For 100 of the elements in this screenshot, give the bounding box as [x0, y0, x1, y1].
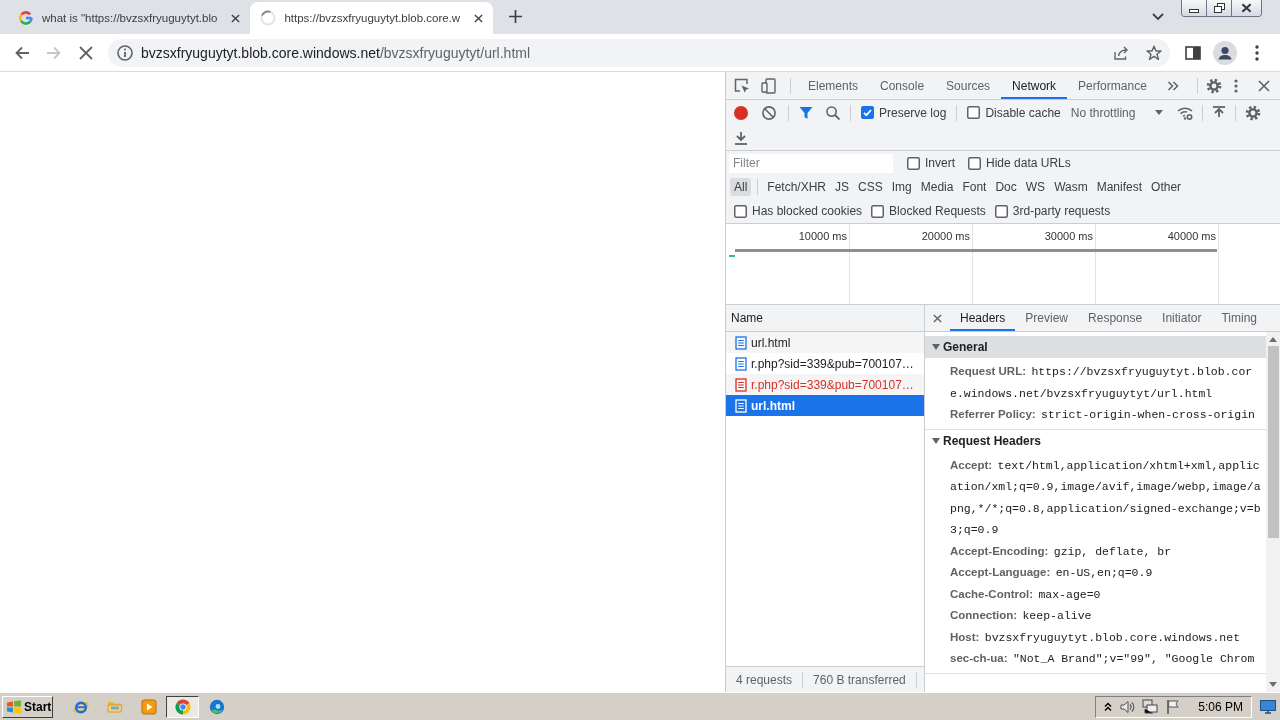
browser-tab[interactable]: what is "https://bvzsxfryuguytyt.blo: [8, 2, 251, 34]
status-text: 4 requests: [736, 672, 793, 687]
side-panel-icon[interactable]: [1185, 44, 1201, 61]
chevron-up-icon[interactable]: [1104, 701, 1113, 712]
checkbox-label: Blocked Requests: [889, 204, 986, 218]
type-filter[interactable]: JS: [831, 178, 854, 196]
tick-label: 20000 ms: [921, 230, 970, 242]
chevron-down-icon[interactable]: [1152, 13, 1164, 21]
menu-icon[interactable]: [1234, 78, 1238, 93]
info-icon[interactable]: [117, 44, 133, 61]
menu-icon[interactable]: [1255, 44, 1259, 61]
search-icon[interactable]: [826, 105, 840, 120]
type-filter[interactable]: Manifest: [1092, 178, 1147, 196]
request-row[interactable]: url.html: [726, 332, 924, 353]
checkbox[interactable]: [968, 156, 981, 170]
back-arrow-icon[interactable]: [14, 44, 30, 61]
clear-icon[interactable]: [762, 105, 776, 120]
scrollbar-thumb[interactable]: [1267, 346, 1279, 538]
details-tab[interactable]: Headers: [950, 305, 1016, 331]
settings-icon[interactable]: [1206, 77, 1222, 94]
checkbox[interactable]: [994, 204, 1008, 218]
clock-text[interactable]: 5:06 PM: [1198, 699, 1243, 714]
inspect-icon[interactable]: [734, 77, 750, 94]
devtools-tab[interactable]: Elements: [797, 72, 870, 99]
devtools-tab[interactable]: Performance: [1067, 72, 1158, 99]
download-icon[interactable]: [734, 130, 748, 145]
checkbox-label: Preserve log: [879, 105, 947, 120]
close-icon[interactable]: [933, 313, 942, 323]
document-icon: [735, 377, 747, 392]
document-icon: [735, 335, 747, 350]
type-filter[interactable]: Doc: [991, 178, 1021, 196]
tick-label: 40000 ms: [1167, 230, 1216, 242]
header-entry: Accept-Encoding: gzip, deflate, br: [949, 543, 1173, 560]
type-filter[interactable]: Img: [887, 178, 916, 196]
scroll-up-icon[interactable]: [1269, 337, 1277, 342]
type-filter[interactable]: Other: [1147, 178, 1186, 196]
type-filter[interactable]: Wasm: [1050, 178, 1092, 196]
close-icon[interactable]: [231, 13, 241, 23]
type-filter[interactable]: Font: [958, 178, 991, 196]
close-window-button[interactable]: [1232, 0, 1261, 16]
network-icon[interactable]: [1142, 698, 1159, 715]
address-bar[interactable]: bvzsxfryuguytyt.blob.core.windows.net/bvzsxfryuguytyt/url.html: [108, 38, 1170, 67]
flag-logo-icon: [6, 699, 22, 714]
show-desktop-icon[interactable]: [1260, 699, 1276, 714]
type-filter[interactable]: WS: [1021, 178, 1050, 196]
device-toolbar-icon[interactable]: [761, 77, 777, 94]
header-entry: Referrer Policy: strict-origin-when-cross-origin: [949, 407, 1256, 423]
scrollbar[interactable]: [1266, 332, 1280, 692]
more-tabs-icon[interactable]: [1166, 79, 1179, 92]
devtools-tab[interactable]: Sources: [935, 72, 1002, 99]
request-row[interactable]: url.html: [726, 395, 924, 416]
share-icon[interactable]: [1113, 44, 1129, 61]
avatar-icon[interactable]: [1213, 40, 1237, 65]
url-text[interactable]: bvzsxfryuguytyt.blob.core.windows.net/bvzsxfryuguytyt/url.html: [141, 44, 1105, 61]
checkbox[interactable]: [907, 156, 920, 170]
section-header[interactable]: General: [925, 336, 1266, 358]
details-tab[interactable]: Preview: [1015, 305, 1079, 331]
star-icon[interactable]: [1146, 44, 1162, 61]
record-icon[interactable]: [734, 105, 748, 120]
browser-tab[interactable]: https://bvzsxfryuguytyt.blob.core.w: [250, 2, 494, 34]
throttling-dropdown[interactable]: No throttling: [1070, 105, 1163, 120]
type-filter[interactable]: All: [730, 178, 752, 196]
plus-icon[interactable]: [509, 10, 523, 23]
expanded-triangle-icon: [932, 344, 940, 350]
network-conditions-icon[interactable]: [1176, 104, 1193, 121]
restore-button[interactable]: [1207, 0, 1232, 16]
taskbar-button[interactable]: [166, 695, 199, 718]
flag-icon[interactable]: [1165, 698, 1182, 715]
details-tab[interactable]: Initiator: [1152, 305, 1212, 331]
type-filter[interactable]: Media: [916, 178, 958, 196]
media-player-icon: [140, 698, 157, 715]
speaker-icon[interactable]: [1119, 698, 1136, 715]
settings-icon[interactable]: [1244, 104, 1261, 121]
scroll-down-icon[interactable]: [1269, 682, 1277, 687]
section-header[interactable]: Request Headers: [925, 429, 1266, 452]
filter-field[interactable]: Filter: [729, 153, 893, 173]
details-tab[interactable]: Timing: [1211, 305, 1267, 331]
checkbox[interactable]: [871, 204, 885, 218]
filter-icon[interactable]: [799, 105, 813, 120]
upload-icon[interactable]: [1211, 105, 1226, 120]
start-button[interactable]: Start: [2, 695, 53, 718]
checkbox[interactable]: [861, 106, 874, 119]
details-tab[interactable]: Response: [1078, 305, 1153, 331]
header-entry: Cache-Control: max-age=0: [949, 586, 1102, 603]
devtools-tab[interactable]: Console: [869, 72, 936, 99]
type-filter[interactable]: CSS: [854, 178, 887, 196]
type-filter[interactable]: Fetch/XHR: [763, 178, 831, 196]
timeline-overview[interactable]: 10000 ms 20000 ms 30000 ms 40000 ms: [726, 224, 1280, 305]
minimize-button[interactable]: [1182, 0, 1207, 16]
header-entry: sec-ch-ua: "Not_A Brand";v="99", "Google Chrom: [949, 651, 1256, 667]
close-icon[interactable]: [1258, 79, 1270, 92]
checkbox[interactable]: [967, 106, 981, 119]
header-entry: Host: bvzsxfryuguytyt.blob.core.windows.net: [949, 629, 1242, 646]
close-icon[interactable]: [474, 13, 484, 23]
stop-icon[interactable]: [78, 44, 94, 61]
column-header[interactable]: Name: [726, 305, 924, 332]
request-row[interactable]: r.php?sid=339&pub=700107…: [726, 353, 924, 374]
caret-icon: [1154, 110, 1163, 115]
checkbox[interactable]: [734, 204, 747, 218]
request-row[interactable]: r.php?sid=339&pub=700107…: [726, 374, 924, 395]
